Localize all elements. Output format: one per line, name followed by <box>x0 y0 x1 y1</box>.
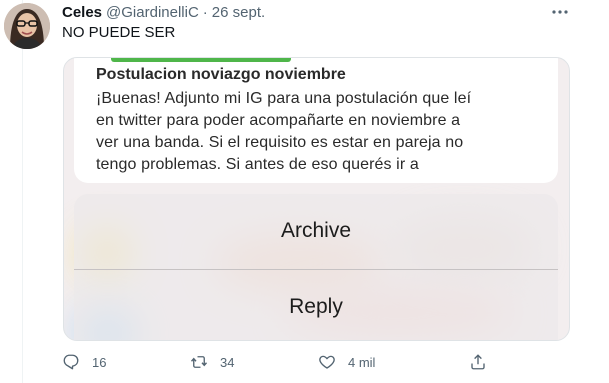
tweet-header: Celes @GiardinelliC · 26 sept. <box>62 2 265 22</box>
notification-body-line: ver una banda. Si el requisito es estar … <box>96 134 464 151</box>
header-separator: · <box>202 3 208 21</box>
share-icon <box>471 354 485 370</box>
author-handle[interactable]: @GiardinelliC <box>106 4 199 21</box>
thread-divider <box>22 0 23 383</box>
share-button[interactable] <box>469 350 487 374</box>
like-count: 4 mil <box>348 354 376 370</box>
notification-title: Postulacion noviazgo noviembre <box>96 66 346 83</box>
notification-preview: Postulacion noviazgo noviembre ¡Buenas! … <box>74 58 558 183</box>
notification-accent-strip <box>111 58 291 62</box>
archive-menu-item: Archive <box>280 219 352 242</box>
avatar[interactable] <box>4 3 50 49</box>
tweet-media-image[interactable]: Postulacion noviazgo noviembre ¡Buenas! … <box>63 57 570 341</box>
tweet-text: NO PUEDE SER <box>62 24 176 41</box>
context-menu: Archive Reply <box>74 194 558 340</box>
reply-button[interactable]: 16 <box>62 350 106 374</box>
heart-icon <box>319 355 335 369</box>
like-button[interactable]: 4 mil <box>318 350 375 374</box>
reply-menu-item: Reply <box>289 295 343 318</box>
author-name[interactable]: Celes <box>62 4 102 21</box>
retweet-button[interactable]: 34 <box>190 350 234 374</box>
notification-body-line: tengo problemas. Si antes de eso querés … <box>96 156 419 173</box>
reply-icon <box>63 354 79 370</box>
notification-body: ¡Buenas! Adjunto mi IG para una postulac… <box>96 88 551 176</box>
notification-body-line: en twitter para poder acompañarte en nov… <box>96 112 461 129</box>
avatar-image <box>4 3 50 49</box>
tweet-date[interactable]: 26 sept. <box>212 4 265 21</box>
retweet-count: 34 <box>220 354 235 370</box>
tweet-actions: 16 34 4 mil <box>62 350 492 374</box>
retweet-icon <box>190 356 208 368</box>
notification-body-line: ¡Buenas! Adjunto mi IG para una postulac… <box>96 90 472 107</box>
reply-count: 16 <box>92 354 107 370</box>
more-horizontal-icon[interactable] <box>550 2 570 22</box>
